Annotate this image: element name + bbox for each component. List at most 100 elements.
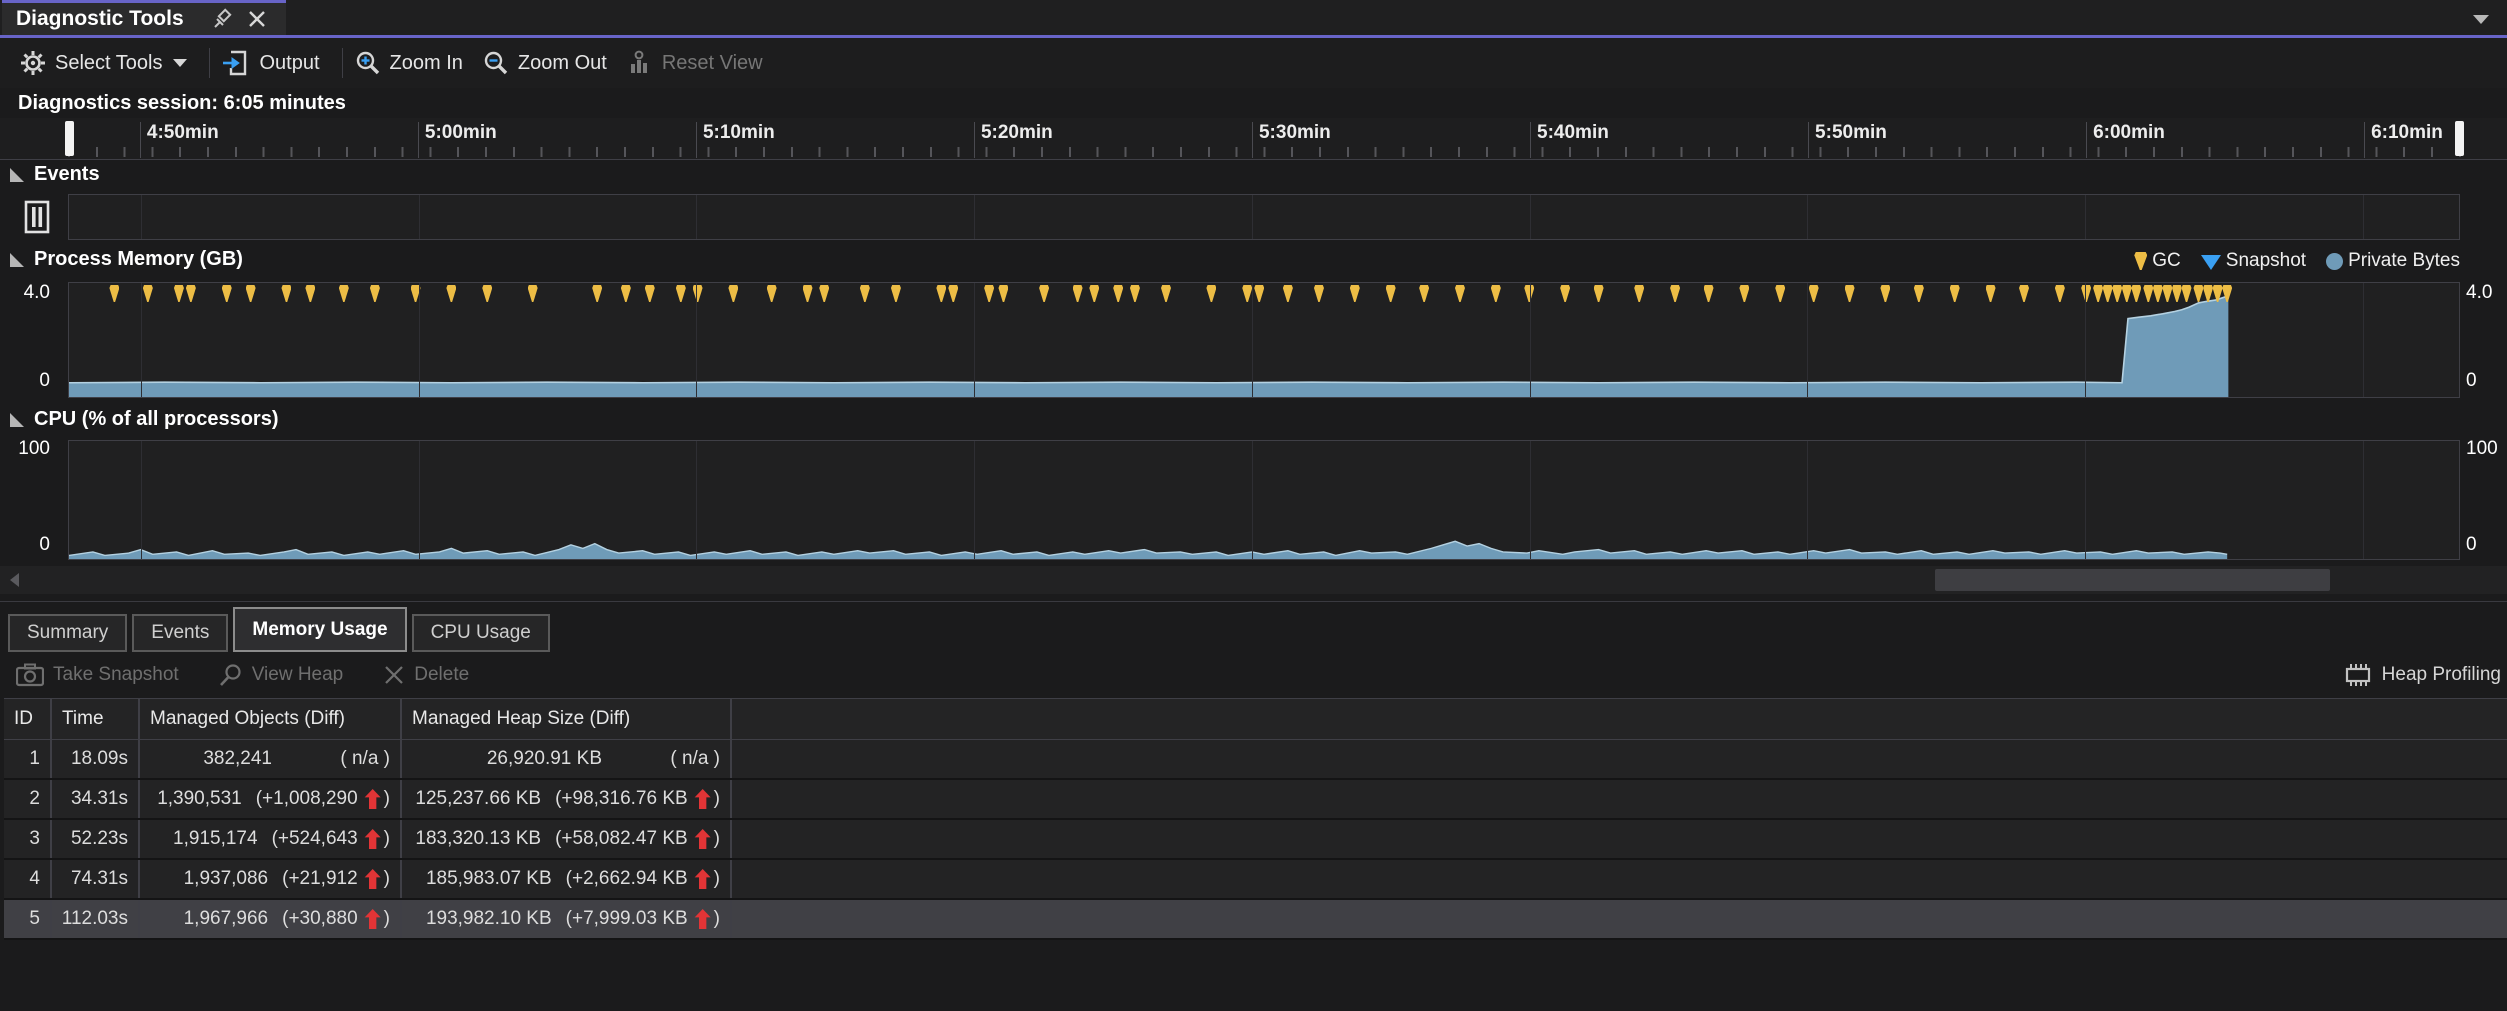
cpu-chart[interactable] — [68, 440, 2460, 560]
cell-diff: (+2,662.94 KB ) — [566, 868, 720, 890]
table-row[interactable]: 5112.03s1,967,966(+30,880 )193,982.10 KB… — [4, 900, 2507, 940]
zoom-in-button[interactable]: Zoom In — [355, 50, 463, 76]
tab-memory-usage[interactable]: Memory Usage — [233, 607, 406, 652]
view-heap-button[interactable]: View Heap — [219, 663, 344, 687]
events-track-icon — [24, 200, 50, 234]
expander-icon[interactable] — [10, 253, 24, 267]
cell-managed-heap-size: 185,983.07 KB(+2,662.94 KB ) — [402, 860, 732, 898]
chart-gridline — [1530, 195, 1531, 239]
output-label: Output — [259, 52, 319, 75]
chart-gridline — [1807, 283, 1808, 397]
legend-item: GC — [2134, 250, 2181, 272]
x-icon — [383, 664, 405, 686]
ruler-minor-ticks — [68, 147, 2467, 157]
view-heap-label: View Heap — [252, 664, 344, 686]
chart-gridline — [419, 441, 420, 559]
pin-icon[interactable] — [208, 5, 238, 33]
cell-diff: (+7,999.03 KB ) — [566, 908, 720, 930]
scroll-left-arrow-icon[interactable] — [10, 573, 19, 587]
chart-gridline — [2363, 195, 2364, 239]
cell-value: 125,237.66 KB — [412, 788, 555, 810]
cell-value: 382,241 — [150, 748, 286, 770]
timeline-range-handle[interactable] — [65, 121, 74, 156]
value-with-diff: 183,320.13 KB(+58,082.47 KB ) — [412, 828, 720, 850]
output-button[interactable]: Output — [222, 50, 319, 76]
cell-diff: (+1,008,290 ) — [256, 788, 390, 810]
legend-item: Private Bytes — [2326, 250, 2460, 272]
cell-managed-objects: 1,967,966(+30,880 ) — [140, 900, 402, 938]
select-tools-button[interactable]: Select Tools — [20, 50, 187, 76]
increase-arrow-icon — [695, 869, 711, 889]
ruler-major-tick — [2364, 122, 2365, 158]
legend-item: Snapshot — [2201, 250, 2306, 272]
cell-managed-heap-size: 193,982.10 KB(+7,999.03 KB ) — [402, 900, 732, 938]
memory-chart[interactable] — [68, 282, 2460, 398]
tab-events[interactable]: Events — [132, 614, 228, 652]
table-row[interactable]: 474.31s1,937,086(+21,912 )185,983.07 KB(… — [4, 860, 2507, 900]
row-filler — [732, 860, 2507, 898]
increase-arrow-icon — [365, 789, 381, 809]
value-with-diff: 1,915,174(+524,643 ) — [150, 828, 390, 850]
scrollbar-thumb[interactable] — [1935, 569, 2330, 591]
expander-icon[interactable] — [10, 168, 24, 182]
cell-diff: (+21,912 ) — [282, 868, 390, 890]
cell-managed-heap-size: 26,920.91 KB( n/a ) — [402, 740, 732, 778]
delete-button[interactable]: Delete — [383, 664, 469, 686]
value-with-diff: 382,241( n/a ) — [150, 748, 390, 770]
cpu-section-label: CPU (% of all processors) — [34, 408, 279, 431]
events-track[interactable] — [68, 194, 2460, 240]
column-header[interactable]: Time — [52, 699, 140, 739]
take-snapshot-button[interactable]: Take Snapshot — [16, 663, 179, 687]
cpu-axis-min-right: 0 — [2466, 534, 2477, 556]
column-header[interactable]: Managed Objects (Diff) — [140, 699, 402, 739]
increase-arrow-icon — [695, 829, 711, 849]
ruler-tick-label: 5:50min — [1815, 122, 1887, 144]
table-row[interactable]: 118.09s382,241( n/a )26,920.91 KB( n/a ) — [4, 740, 2507, 780]
legend-label: Snapshot — [2226, 250, 2306, 272]
column-header[interactable]: ID — [4, 699, 52, 739]
row-filler — [732, 780, 2507, 818]
reset-view-icon — [627, 50, 653, 76]
cell-time: 18.09s — [52, 740, 140, 778]
cpu-area-chart — [69, 441, 2459, 559]
table-row[interactable]: 234.31s1,390,531(+1,008,290 )125,237.66 … — [4, 780, 2507, 820]
value-with-diff: 185,983.07 KB(+2,662.94 KB ) — [412, 868, 720, 890]
tool-window-tab[interactable]: Diagnostic Tools — [2, 0, 286, 35]
chart-gridline — [974, 283, 975, 397]
reset-view-button[interactable]: Reset View — [627, 50, 763, 76]
chart-gridline — [696, 441, 697, 559]
close-icon[interactable] — [242, 5, 272, 33]
row-filler — [732, 900, 2507, 938]
chart-gridline — [419, 283, 420, 397]
zoom-out-button[interactable]: Zoom Out — [483, 50, 607, 76]
cell-diff: (+58,082.47 KB ) — [555, 828, 720, 850]
ruler-tick-label: 6:00min — [2093, 122, 2165, 144]
timeline-range-handle[interactable] — [2455, 121, 2464, 156]
zoom-in-icon — [355, 50, 381, 76]
horizontal-scrollbar[interactable] — [0, 566, 2507, 594]
cell-diff: ( n/a ) — [286, 748, 390, 770]
row-filler — [732, 740, 2507, 778]
private-bytes-legend-icon — [2326, 253, 2343, 270]
table-row[interactable]: 352.23s1,915,174(+524,643 )183,320.13 KB… — [4, 820, 2507, 860]
ruler-major-tick — [1530, 122, 1531, 158]
output-icon — [222, 50, 250, 76]
chart-gridline — [419, 195, 420, 239]
increase-arrow-icon — [695, 909, 711, 929]
timeline-ruler[interactable]: 4:50min5:00min5:10min5:20min5:30min5:40m… — [0, 118, 2507, 160]
cell-id: 3 — [4, 820, 52, 858]
window-options-chevron-icon[interactable] — [2473, 15, 2489, 24]
cell-managed-objects: 1,937,086(+21,912 ) — [140, 860, 402, 898]
increase-arrow-icon — [365, 869, 381, 889]
zoom-out-label: Zoom Out — [518, 52, 607, 75]
tab-summary[interactable]: Summary — [8, 614, 127, 652]
tab-cpu-usage[interactable]: CPU Usage — [412, 614, 550, 652]
zoom-out-icon — [483, 50, 509, 76]
memory-chip-icon — [2343, 662, 2373, 688]
heap-profiling-button[interactable]: Heap Profiling — [2343, 662, 2501, 688]
expander-icon[interactable] — [10, 413, 24, 427]
cell-diff: ( n/a ) — [616, 748, 720, 770]
column-header[interactable]: Managed Heap Size (Diff) — [402, 699, 732, 739]
events-section-header: Events — [10, 163, 100, 186]
cell-managed-objects: 1,390,531(+1,008,290 ) — [140, 780, 402, 818]
